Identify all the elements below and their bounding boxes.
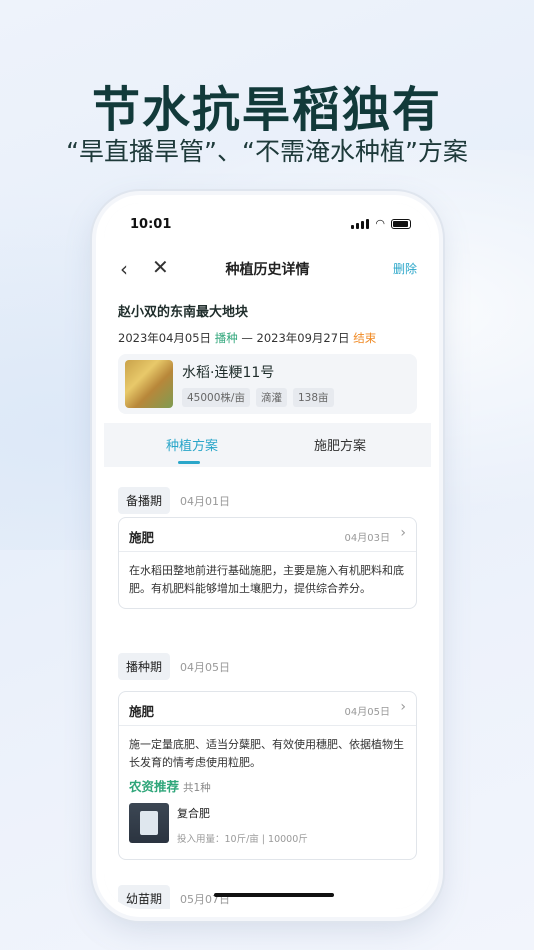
signal-icon xyxy=(351,218,370,229)
date-separator: — xyxy=(237,331,257,345)
product-usage: 投入用量：10斤/亩 | 10000斤 xyxy=(177,834,308,845)
crop-name: 水稻·连粳11号 xyxy=(182,365,275,381)
battery-icon xyxy=(391,218,411,229)
phone-screen: 10:01 ◠ ‹ ✕ 种植历史详情 删除 赵小双的东南最大地块 2023年04… xyxy=(104,203,431,909)
phone-frame: 10:01 ◠ ‹ ✕ 种植历史详情 删除 赵小双的东南最大地块 2023年04… xyxy=(96,195,439,917)
stage-list: 备播期 04月01日 施肥 04月03日 › 在水稻田整地前进行基础施肥，主要是… xyxy=(104,467,431,909)
delete-button[interactable]: 删除 xyxy=(393,260,417,277)
status-icons: ◠ xyxy=(351,217,411,230)
end-label: 结束 xyxy=(353,331,377,345)
field-info: 赵小双的东南最大地块 2023年04月05日 播种 — 2023年09月27日 … xyxy=(104,293,431,423)
stage-date: 04月05日 xyxy=(180,660,231,674)
status-bar: 10:01 ◠ xyxy=(104,203,431,243)
stage-label: 幼苗期 xyxy=(118,885,171,909)
task-body: 施一定量底肥、适当分蘖肥、有效使用穗肥、依据植物生长发育的情考虑使用粒肥。 农资… xyxy=(119,726,416,859)
crop-tags: 45000株/亩 滴灌 138亩 xyxy=(182,388,334,407)
start-date: 2023年04月05日 xyxy=(118,331,212,345)
chevron-right-icon[interactable]: › xyxy=(400,525,406,541)
recommendation-count: 共1种 xyxy=(183,782,211,794)
end-date: 2023年09月27日 xyxy=(256,331,350,345)
stage-header: 幼苗期 05月07日 xyxy=(118,885,230,909)
rice-crop-image xyxy=(125,360,173,408)
task-date: 04月03日 xyxy=(344,533,390,544)
tab-bar: 种植方案 施肥方案 xyxy=(104,423,431,467)
stage-header: 备播期 04月01日 xyxy=(118,487,230,514)
task-header: 施肥 04月03日 › xyxy=(119,518,416,552)
fertilizer-bag-image xyxy=(129,803,169,843)
start-label: 播种 xyxy=(214,331,238,345)
crop-tag-area: 138亩 xyxy=(292,388,334,407)
crop-tag-irrigation: 滴灌 xyxy=(255,388,287,407)
task-description: 在水稻田整地前进行基础施肥，主要是施入有机肥料和底肥。有机肥料能够增加土壤肥力，… xyxy=(129,564,404,595)
home-indicator[interactable] xyxy=(214,893,334,897)
task-header: 施肥 04月05日 › xyxy=(119,692,416,726)
planting-period: 2023年04月05日 播种 — 2023年09月27日 结束 xyxy=(118,330,417,346)
task-description: 施一定量底肥、适当分蘖肥、有效使用穗肥、依据植物生长发育的情考虑使用粒肥。 xyxy=(129,738,404,769)
promo-subline: “旱直播旱管”、“不需淹水种植”方案 xyxy=(66,137,468,166)
stage-label: 播种期 xyxy=(118,653,171,680)
wifi-icon: ◠ xyxy=(375,217,385,230)
tab-active-indicator xyxy=(178,461,200,464)
stage-header: 播种期 04月05日 xyxy=(118,653,230,680)
nav-bar: ‹ ✕ 种植历史详情 删除 xyxy=(104,243,431,293)
product-item[interactable]: 复合肥 投入用量：10斤/亩 | 10000斤 xyxy=(129,803,406,849)
chevron-right-icon[interactable]: › xyxy=(400,699,406,715)
crop-card: 水稻·连粳11号 45000株/亩 滴灌 138亩 xyxy=(118,354,417,414)
crop-tag-density: 45000株/亩 xyxy=(182,388,250,407)
status-time: 10:01 xyxy=(130,217,172,232)
stage-label: 备播期 xyxy=(118,487,171,514)
tab-fertilizer-plan[interactable]: 施肥方案 xyxy=(314,435,366,454)
page-title: 种植历史详情 xyxy=(225,262,310,278)
stage-date: 04月01日 xyxy=(180,494,231,508)
promo-headline: 节水抗旱稻独有 xyxy=(91,82,442,138)
tab-planting-plan[interactable]: 种植方案 xyxy=(166,435,218,454)
recommendation-label: 农资推荐 xyxy=(129,779,180,794)
product-name: 复合肥 xyxy=(177,807,210,820)
task-title: 施肥 xyxy=(129,704,155,719)
recommendation-title: 农资推荐 共1种 xyxy=(129,778,406,797)
task-card[interactable]: 施肥 04月05日 › 施一定量底肥、适当分蘖肥、有效使用穗肥、依据植物生长发育… xyxy=(118,691,417,860)
task-card[interactable]: 施肥 04月03日 › 在水稻田整地前进行基础施肥，主要是施入有机肥料和底肥。有… xyxy=(118,517,417,609)
task-date: 04月05日 xyxy=(344,707,390,718)
field-name: 赵小双的东南最大地块 xyxy=(118,305,249,320)
task-title: 施肥 xyxy=(129,530,155,545)
